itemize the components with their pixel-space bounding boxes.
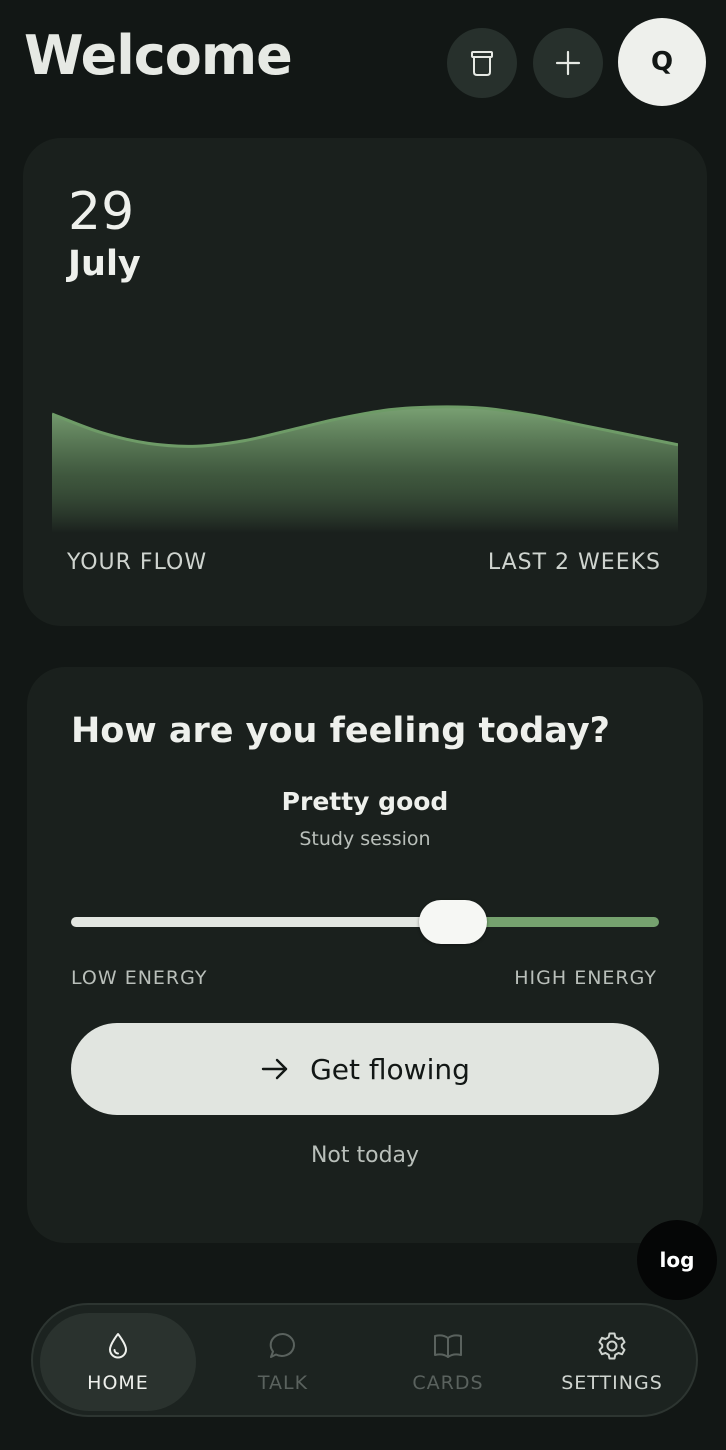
get-flowing-button[interactable]: Get flowing — [71, 1023, 659, 1115]
bottom-nav: HOME TALK CARDS SETTINGS — [31, 1303, 698, 1417]
feeling-question: How are you feeling today? — [71, 711, 610, 751]
avatar-initial: Q — [650, 47, 674, 77]
last-2-weeks-label: LAST 2 WEEKS — [487, 550, 661, 575]
drop-icon — [109, 1333, 127, 1359]
book-icon — [434, 1334, 462, 1358]
app-screen: Welcome Q 29 July YOUR FLOW LAST 2 WEEKS… — [0, 0, 726, 1450]
jar-icon — [471, 51, 493, 76]
not-today-link[interactable]: Not today — [27, 1143, 703, 1168]
slider-track-filled — [71, 917, 454, 927]
nav-label-cards: CARDS — [412, 1372, 484, 1394]
date-month: July — [68, 244, 141, 284]
jar-button[interactable] — [447, 28, 517, 98]
gear-icon — [598, 1332, 626, 1360]
your-flow-label: YOUR FLOW — [67, 550, 208, 575]
nav-item-talk[interactable]: TALK — [205, 1313, 361, 1411]
flow-chart — [52, 405, 678, 533]
low-energy-label: LOW ENERGY — [71, 967, 208, 989]
high-energy-label: HIGH ENERGY — [514, 967, 657, 989]
arrow-right-icon — [261, 1058, 288, 1080]
slider-thumb[interactable] — [419, 900, 488, 944]
add-button[interactable] — [533, 28, 603, 98]
feeling-card: How are you feeling today? Pretty good S… — [27, 667, 703, 1243]
mood-context: Study session — [299, 828, 431, 850]
nav-item-home[interactable]: HOME — [40, 1313, 196, 1411]
nav-label-home: HOME — [87, 1372, 149, 1394]
mood-label: Pretty good — [281, 787, 449, 816]
nav-label-talk: TALK — [257, 1372, 309, 1394]
energy-slider[interactable] — [71, 897, 659, 947]
nav-item-settings[interactable]: SETTINGS — [534, 1313, 690, 1411]
page-title: Welcome — [24, 24, 293, 87]
plus-icon — [555, 50, 581, 76]
nav-label-settings: SETTINGS — [561, 1372, 663, 1394]
chat-icon — [269, 1332, 295, 1358]
log-button[interactable]: log — [637, 1220, 717, 1300]
flow-card: 29 July YOUR FLOW LAST 2 WEEKS — [23, 138, 707, 626]
avatar[interactable]: Q — [618, 18, 706, 106]
date-day: 29 — [68, 182, 135, 242]
log-label: log — [659, 1248, 695, 1272]
nav-item-cards[interactable]: CARDS — [370, 1313, 526, 1411]
get-flowing-label: Get flowing — [310, 1052, 470, 1086]
